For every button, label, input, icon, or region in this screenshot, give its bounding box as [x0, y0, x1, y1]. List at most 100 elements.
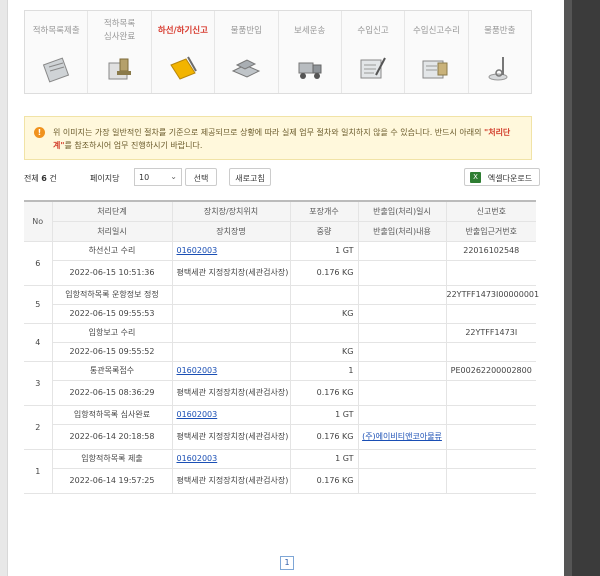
table-row: 1 입항적하목록 제출 01602003 1 GT	[24, 449, 536, 494]
step-manifest-review: 적하목록 심사완료	[88, 11, 152, 93]
row-no: 3	[24, 361, 53, 406]
table-row-detail: 2022-06-14 20:18:58 평택세관 지정장치장(세관검사장) 0.17…	[24, 424, 536, 450]
row-basis-no	[446, 260, 536, 286]
step-label: 물품반입	[230, 25, 262, 36]
step-unloading-report: 하선/하기신고	[152, 11, 216, 93]
row-datetime: 2022-06-15 09:55:52	[52, 342, 173, 362]
clipboard-icon	[43, 57, 70, 83]
step-manifest-submit: 적하목록제출	[25, 11, 89, 93]
io-content-link[interactable]: (주)에이비티앤코아물류	[362, 432, 442, 441]
row-io-datetime	[358, 361, 447, 381]
total-label: 전체	[24, 174, 39, 183]
col-step: 처리단계	[52, 201, 173, 222]
table-row-detail: 2022-06-15 10:51:36 평택세관 지정장치장(세관검사장) 0.17…	[24, 260, 536, 286]
row-io-datetime	[358, 323, 447, 343]
table-header: No 처리단계 장치장/장치위치 포장개수 반출입(처리)일시 신고번호 처리일…	[24, 201, 536, 242]
row-no: 6	[24, 241, 53, 286]
table-row: 4 입항보고 수리 22YTFF1473I	[24, 323, 536, 362]
col-io-datetime: 반출입(처리)일시	[358, 201, 447, 222]
row-weight: KG	[290, 342, 359, 362]
row-io-datetime	[358, 405, 447, 425]
col-report-no: 신고번호	[446, 201, 536, 222]
row-location-name: 평택세관 지정장치장(세관검사장)	[172, 380, 291, 406]
excel-download-button[interactable]: X 엑셀다운로드	[464, 168, 540, 186]
row-location-name: 평택세관 지정장치장(세관검사장)	[172, 468, 291, 494]
row-io-content	[358, 304, 447, 324]
row-report-no	[446, 449, 536, 469]
excel-icon: X	[470, 172, 481, 183]
row-basis-no	[446, 380, 536, 406]
row-step: 입항적하목록 제출	[52, 449, 173, 469]
step-label: 하선/하기신고	[157, 25, 208, 36]
row-location-code[interactable]: 01602003	[172, 405, 291, 425]
row-location-name: 평택세관 지정장치장(세관검사장)	[172, 424, 291, 450]
table-row: 5 입항적하목록 운항정보 정정 22YTFF1473I00000001	[24, 285, 539, 324]
row-location-name	[172, 304, 291, 324]
row-datetime: 2022-06-15 08:36:29	[52, 380, 173, 406]
cargo-in-icon	[232, 59, 261, 78]
row-location-code[interactable]: 01602003	[172, 361, 291, 381]
row-io-content	[358, 468, 447, 494]
list-toolbar: 전체 6 건 페이지당 10 ⌄ 선택 새로고침 X 엑셀다운로드	[24, 168, 540, 188]
row-step: 입항적하목록 운항정보 정정	[52, 285, 173, 305]
page-size-select[interactable]: 10 ⌄	[134, 168, 182, 186]
select-button[interactable]: 선택	[185, 168, 217, 186]
total-number: 6	[41, 174, 47, 183]
notice-box: ! 위 이미지는 가장 일반적인 절차를 기준으로 제공되므로 상황에 따라 실…	[24, 116, 532, 160]
excel-download-label: 엑셀다운로드	[487, 174, 533, 183]
row-datetime: 2022-06-14 20:18:58	[52, 424, 173, 450]
col-packages: 포장개수	[290, 201, 359, 222]
col-location: 장치장/장치위치	[172, 201, 291, 222]
table-row-detail: 2022-06-15 09:55:53 KG	[24, 304, 536, 324]
right-side-panel	[564, 0, 600, 576]
progress-table: No 처리단계 장치장/장치위치 포장개수 반출입(처리)일시 신고번호 처리일…	[24, 200, 539, 494]
row-location-code[interactable]: 01602003	[172, 241, 291, 261]
col-datetime: 처리일시	[52, 221, 173, 242]
row-io-datetime	[358, 285, 447, 305]
page-1-button[interactable]: 1	[280, 556, 294, 570]
step-label: 수입신고수리	[412, 25, 460, 36]
table-row-detail: 2022-06-15 09:55:52 KG	[24, 342, 536, 362]
row-location-code[interactable]: 01602003	[172, 449, 291, 469]
step-import-approval: 수입신고수리	[405, 11, 469, 93]
row-packages	[290, 323, 359, 343]
row-datetime: 2022-06-15 09:55:53	[52, 304, 173, 324]
refresh-button[interactable]: 새로고침	[229, 168, 271, 186]
col-basis-no: 반출입근거번호	[446, 221, 536, 242]
notice-text: 위 이미지는 가장 일반적인 절차를 기준으로 제공되므로 상황에 따라 실제 …	[53, 128, 485, 137]
row-io-content	[358, 260, 447, 286]
col-io-content: 반출입(처리)내용	[358, 221, 447, 242]
release-icon	[488, 57, 508, 81]
row-report-no: PE00262200002800	[446, 361, 536, 381]
location-code-link[interactable]: 01602003	[177, 410, 218, 419]
row-packages: 1 GT	[290, 241, 359, 261]
row-io-content[interactable]: (주)에이비티앤코아물류	[358, 424, 447, 450]
row-packages: 1	[290, 361, 359, 381]
chevron-down-icon: ⌄	[170, 172, 177, 181]
row-no: 1	[24, 449, 53, 494]
table-row-detail: 2022-06-14 19:57:25 평택세관 지정장치장(세관검사장) 0.17…	[24, 468, 536, 494]
scrollbar[interactable]	[564, 0, 572, 576]
table-row: 2 입항적하목록 심사완료 01602003 1 GT	[24, 405, 536, 450]
process-steps: 적하목록제출 적하목록 심사완료 하선/하기신고 물품반입 보세운송 수입신고 …	[24, 10, 532, 94]
table-row-detail: 2022-06-15 08:36:29 평택세관 지정장치장(세관검사장) 0.17…	[24, 380, 536, 406]
row-basis-no	[446, 304, 536, 324]
location-code-link[interactable]: 01602003	[177, 454, 218, 463]
row-no: 5	[24, 285, 53, 324]
location-code-link[interactable]: 01602003	[177, 246, 218, 255]
row-datetime: 2022-06-15 10:51:36	[52, 260, 173, 286]
row-report-no: 22YTFF1473I	[446, 323, 536, 343]
document-approve-icon	[422, 60, 448, 79]
stamp-icon	[108, 58, 131, 80]
row-io-datetime	[358, 449, 447, 469]
step-label: 적하목록제출	[32, 25, 80, 36]
total-unit: 건	[49, 174, 57, 183]
forklift-icon	[298, 62, 322, 79]
row-packages: 1 GT	[290, 405, 359, 425]
row-io-content	[358, 380, 447, 406]
row-report-no: 22YTFF1473I00000001	[446, 285, 539, 305]
step-label: 물품반출	[484, 25, 516, 36]
location-code-link[interactable]: 01602003	[177, 366, 218, 375]
step-label: 적하목록 심사완료	[104, 17, 135, 45]
col-location-name: 장치장명	[172, 221, 291, 242]
